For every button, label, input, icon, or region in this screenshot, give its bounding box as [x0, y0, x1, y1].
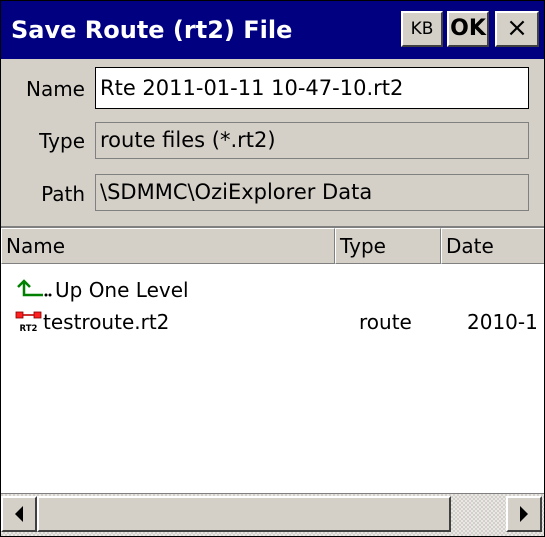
svg-text:RT2: RT2	[20, 324, 38, 334]
save-route-dialog: Save Route (rt2) File KB OK × Name Rte 2…	[0, 0, 545, 537]
title-bar: Save Route (rt2) File KB OK ×	[1, 1, 544, 59]
file-form: Name Rte 2011-01-11 10-47-10.rt2 Type ro…	[1, 59, 544, 226]
list-item-name: testroute.rt2	[43, 310, 170, 334]
right-arrow-icon	[520, 506, 528, 522]
horizontal-scrollbar[interactable]	[1, 493, 544, 536]
dialog-title: Save Route (rt2) File	[11, 16, 293, 44]
close-icon: ×	[506, 13, 528, 43]
keyboard-button[interactable]: KB	[401, 11, 443, 47]
name-input[interactable]: Rte 2011-01-11 10-47-10.rt2	[95, 67, 529, 109]
list-item-type: route	[359, 310, 412, 334]
route-file-icon: RT2	[15, 311, 43, 335]
name-label: Name	[25, 77, 85, 101]
column-header-name[interactable]: Name	[1, 228, 335, 264]
file-list: Name Type Date Up One Level RT2 testrout…	[1, 226, 544, 536]
list-item-name: Up One Level	[55, 278, 189, 302]
list-item[interactable]: Up One Level	[1, 276, 544, 304]
list-item-date: 2010-1	[467, 310, 538, 334]
path-label: Path	[41, 182, 85, 206]
scrollbar-thumb[interactable]	[37, 496, 451, 532]
left-arrow-icon	[15, 506, 23, 522]
scroll-left-button[interactable]	[1, 496, 37, 532]
type-field: route files (*.rt2)	[95, 122, 529, 159]
column-header-type[interactable]: Type	[335, 228, 441, 264]
column-header-date[interactable]: Date	[441, 228, 544, 264]
type-label: Type	[39, 129, 85, 153]
scroll-right-button[interactable]	[506, 496, 542, 532]
close-button[interactable]: ×	[495, 11, 539, 47]
up-level-icon	[15, 279, 53, 301]
ok-button[interactable]: OK	[447, 11, 489, 47]
path-field: \SDMMC\OziExplorer Data	[95, 174, 529, 211]
list-item[interactable]: RT2 testroute.rt2 route 2010-1	[1, 308, 544, 336]
